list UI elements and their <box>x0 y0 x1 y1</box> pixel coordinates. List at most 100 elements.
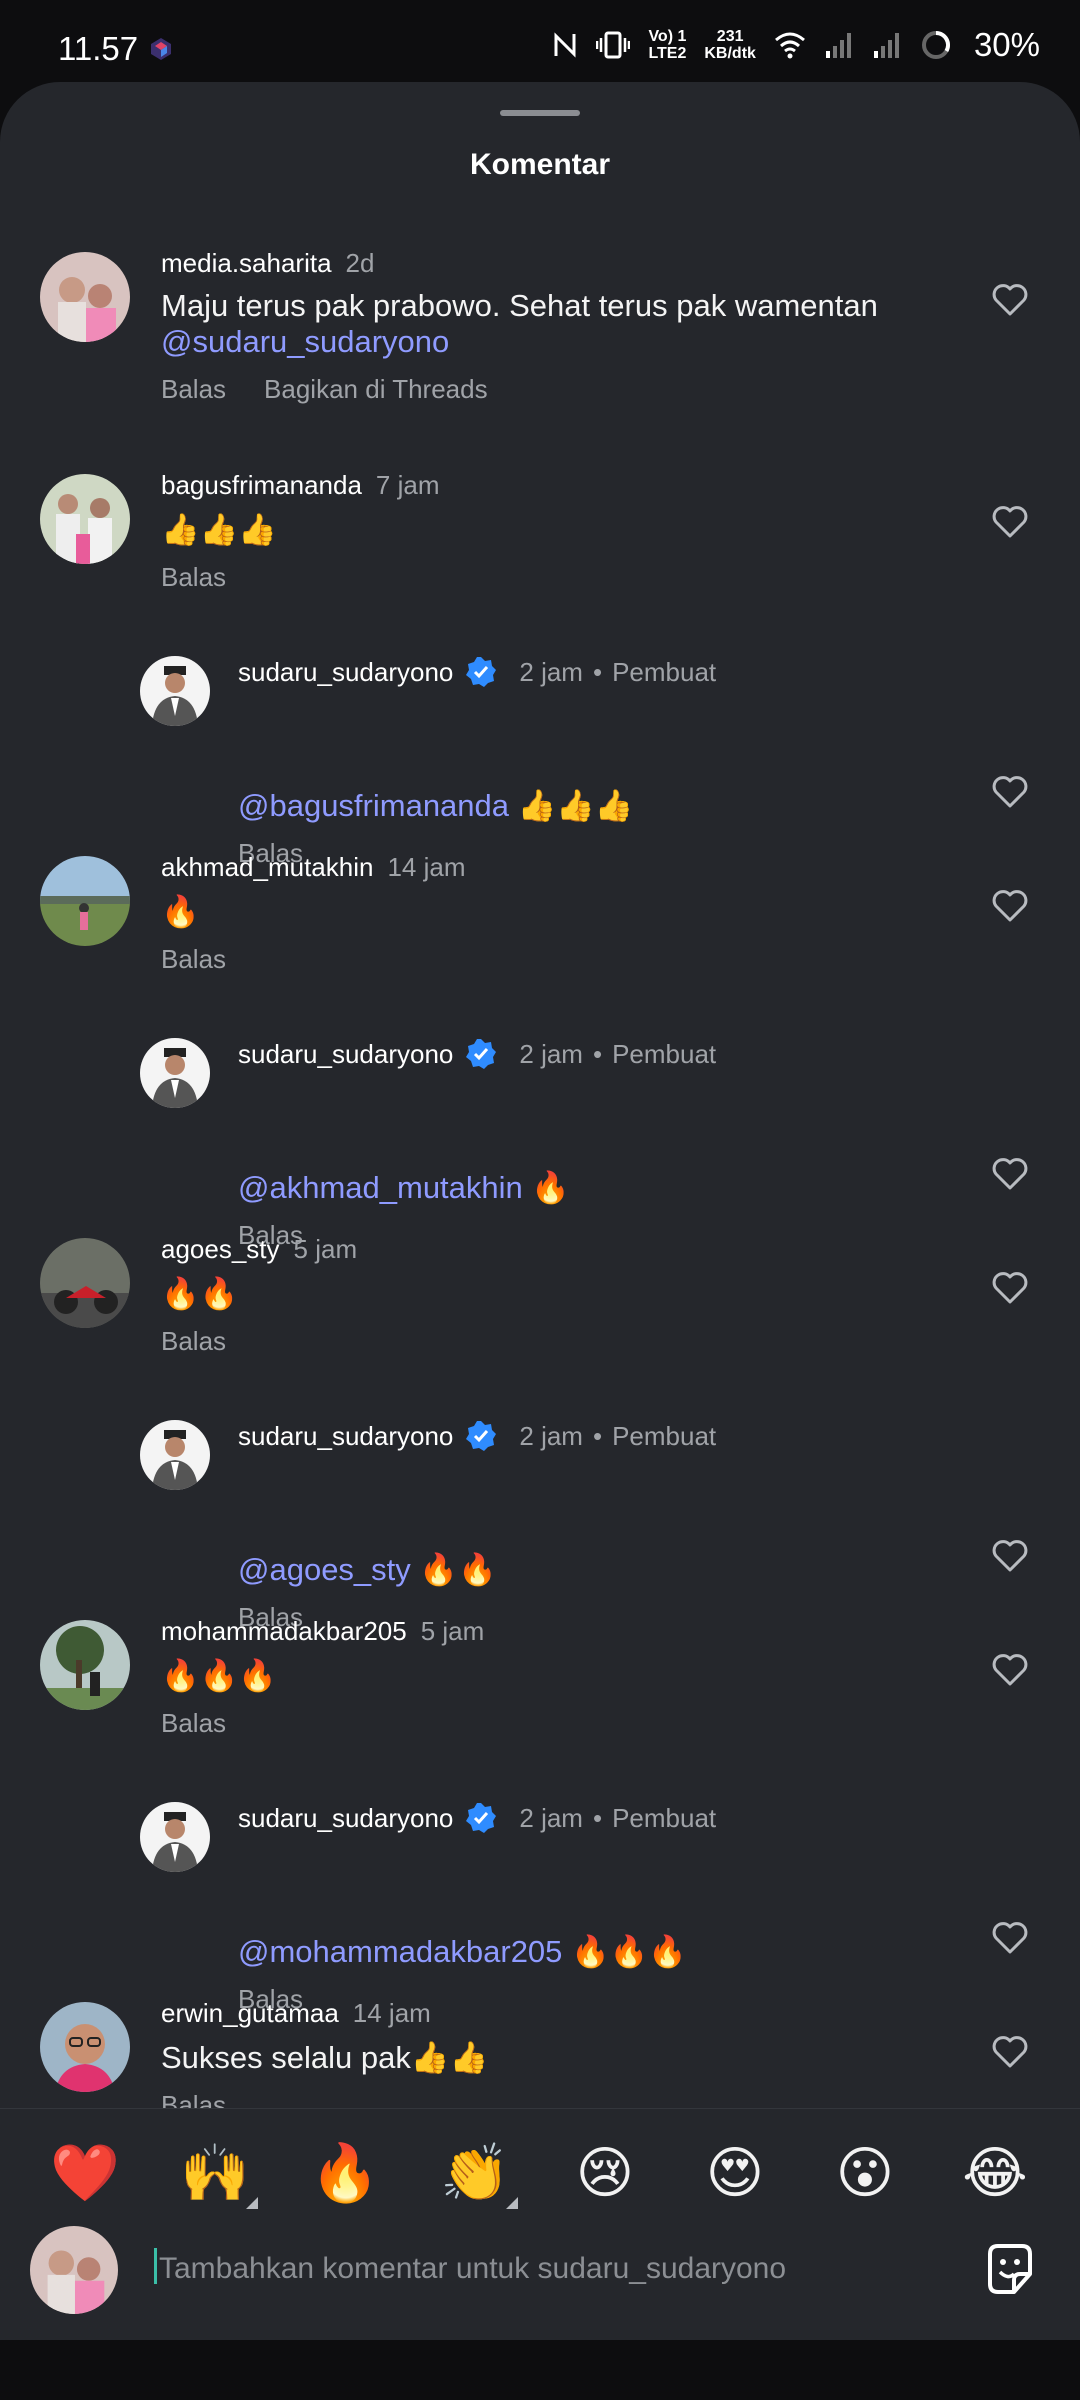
comment-mention[interactable]: @bagusfrimananda <box>238 788 509 823</box>
emoji-laughing-button[interactable]: 😂 <box>960 2139 1030 2209</box>
avatar[interactable] <box>140 656 210 726</box>
sheet-title: Komentar <box>469 148 611 181</box>
comment-text: 🔥🔥🔥 <box>161 1658 277 1693</box>
creator-label: Pembuat <box>612 1803 717 1833</box>
avatar[interactable] <box>140 1038 210 1108</box>
avatar[interactable] <box>40 474 130 564</box>
status-icons: Vo) 1 LTE2 231 KB/dtk 30% <box>552 26 1040 64</box>
comment-username[interactable]: sudaru_sudaryono <box>238 1039 453 1069</box>
reply-button[interactable]: Balas <box>161 944 226 974</box>
reply-button[interactable]: Balas <box>161 1326 226 1356</box>
avatar[interactable] <box>140 1420 210 1490</box>
my-avatar <box>30 2226 118 2314</box>
avatar[interactable] <box>40 1238 130 1328</box>
like-heart-icon[interactable] <box>990 1154 1030 1194</box>
comment-time: 2d <box>345 248 375 278</box>
creator-label: Pembuat <box>612 657 717 687</box>
like-heart-icon[interactable] <box>990 1650 1030 1690</box>
like-heart-icon[interactable] <box>990 1918 1030 1958</box>
comment-text: 👍👍👍 <box>161 512 277 547</box>
sheet-drag-handle[interactable] <box>500 110 580 116</box>
vibrate-icon <box>596 31 631 59</box>
emoji-fire-button[interactable]: 🔥 <box>310 2139 380 2209</box>
comment-mention[interactable]: @akhmad_mutakhin <box>238 1170 523 1205</box>
share-threads-button[interactable]: Bagikan di Threads <box>264 374 488 404</box>
comment-text: 👍👍👍 <box>509 788 634 823</box>
emoji-raising-hands-button[interactable]: 🙌 <box>180 2139 250 2209</box>
battery-ring-icon <box>921 31 950 59</box>
comment-mention[interactable]: @agoes_sty <box>238 1552 411 1587</box>
comment-input[interactable]: Tambahkan komentar untuk sudaru_sudaryon… <box>154 2248 934 2292</box>
comment-time: 5 jam <box>293 1234 358 1264</box>
comment-time: 14 jam <box>387 852 466 882</box>
like-heart-icon[interactable] <box>990 1268 1030 1308</box>
comment-mention[interactable]: @sudaru_sudaryono <box>161 324 449 360</box>
comment-composer: Tambahkan komentar untuk sudaru_sudaryon… <box>0 2218 1080 2340</box>
avatar[interactable] <box>40 1620 130 1710</box>
comment-time: 2 jam <box>519 657 583 687</box>
emoji-heart-eyes-button[interactable]: 😍 <box>700 2139 770 2209</box>
comment-time: 2 jam <box>519 1803 583 1833</box>
comment-username[interactable]: sudaru_sudaryono <box>238 1803 453 1833</box>
reply-button[interactable]: Balas <box>161 374 226 404</box>
comment-username[interactable]: akhmad_mutakhin <box>161 852 373 882</box>
comment-username[interactable]: erwin_gutamaa <box>161 1998 339 2028</box>
comment-username[interactable]: media.saharita <box>161 248 332 278</box>
comment-time: 2 jam <box>519 1039 583 1069</box>
comment-time: 14 jam <box>352 1998 431 2028</box>
verified-badge-icon <box>466 1803 497 1833</box>
emoji-heart-button[interactable]: ❤️ <box>50 2139 120 2209</box>
comment-username[interactable]: sudaru_sudaryono <box>238 1421 453 1451</box>
verified-badge-icon <box>466 1039 497 1069</box>
comment-text: 🔥 <box>522 1170 571 1205</box>
comment-text: 🔥 <box>161 894 200 929</box>
comment-time: 5 jam <box>420 1616 485 1646</box>
comment-text: 🔥🔥 <box>410 1552 497 1587</box>
app-notification-icon <box>151 38 171 60</box>
avatar[interactable] <box>40 856 130 946</box>
comment-text: Maju terus pak prabowo. Sehat terus pak … <box>161 288 878 323</box>
like-heart-icon[interactable] <box>990 502 1030 542</box>
emoji-surprised-button[interactable]: 😮 <box>830 2139 900 2209</box>
emoji-sad-button[interactable]: 😢 <box>570 2139 640 2209</box>
signal-icon <box>873 33 899 58</box>
comment-text: Sukses selalu pak👍👍 <box>161 2040 489 2075</box>
like-heart-icon[interactable] <box>990 2032 1030 2072</box>
status-time: 11.57 <box>58 30 139 67</box>
comment-username[interactable]: agoes_sty <box>161 1234 280 1264</box>
avatar[interactable] <box>40 2002 130 2092</box>
comment-username[interactable]: sudaru_sudaryono <box>238 657 453 687</box>
comment-username[interactable]: bagusfrimananda <box>161 470 362 500</box>
creator-label: Pembuat <box>612 1039 717 1069</box>
verified-badge-icon <box>466 1421 497 1451</box>
creator-label: Pembuat <box>612 1421 717 1451</box>
sticker-icon[interactable] <box>980 2240 1040 2300</box>
comment-mention[interactable]: @mohammadakbar205 <box>238 1934 562 1969</box>
battery-percent: 30% <box>973 26 1040 63</box>
like-heart-icon[interactable] <box>990 772 1030 812</box>
reply-button[interactable]: Balas <box>161 562 226 592</box>
like-heart-icon[interactable] <box>990 886 1030 926</box>
volte-icon: Vo) 1 LTE2 <box>648 28 687 62</box>
quick-emoji-bar: ❤️ 🙌 🔥 👏 😢 😍 😮 😂 <box>0 2108 1080 2219</box>
verified-badge-icon <box>466 657 497 687</box>
wifi-icon <box>774 32 805 59</box>
system-nav-bar <box>0 2340 1080 2400</box>
comment-username[interactable]: mohammadakbar205 <box>161 1616 407 1646</box>
like-heart-icon[interactable] <box>990 280 1030 320</box>
comment-text: 🔥🔥 <box>161 1276 239 1311</box>
skin-tone-indicator <box>506 2197 518 2209</box>
signal-icon <box>825 33 851 58</box>
network-speed: 231 KB/dtk <box>704 28 756 62</box>
nfc-icon <box>554 32 576 58</box>
emoji-clap-button[interactable]: 👏 <box>440 2139 510 2209</box>
reply-button[interactable]: Balas <box>161 1708 226 1738</box>
like-heart-icon[interactable] <box>990 1536 1030 1576</box>
avatar[interactable] <box>140 1802 210 1872</box>
comments-sheet: Komentar media.saharita 2d Maju terus pak… <box>0 82 1080 2340</box>
comment-text: 🔥🔥🔥 <box>562 1934 687 1969</box>
comment-time: 2 jam <box>519 1421 583 1451</box>
skin-tone-indicator <box>246 2197 258 2209</box>
avatar[interactable] <box>40 252 130 342</box>
comment-time: 7 jam <box>375 470 440 500</box>
